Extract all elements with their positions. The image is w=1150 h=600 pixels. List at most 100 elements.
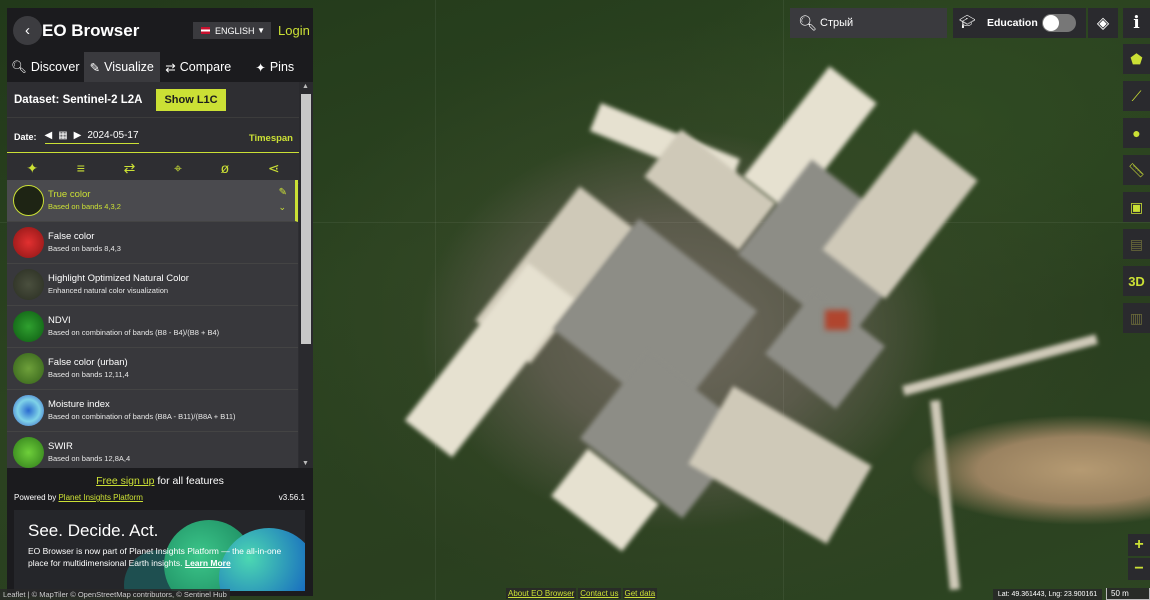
timespan-toggle[interactable]: Timespan (249, 133, 293, 144)
tab-discover[interactable]: 🔍︎ Discover (7, 52, 84, 82)
list-item[interactable]: False color Based on bands 8,4,3 (7, 222, 298, 264)
dataset-row: Dataset: Sentinel-2 L2A Show L1C (7, 82, 313, 118)
measure-line-tool[interactable]: ⟋ (1123, 81, 1150, 111)
map-layers-button[interactable]: ◈ (1088, 8, 1118, 38)
scroll-thumb[interactable] (301, 94, 311, 344)
contact-link[interactable]: Contact us (578, 588, 621, 599)
login-link[interactable]: Login (278, 23, 310, 38)
list-item[interactable]: SWIR Based on bands 12,8A,4 (7, 432, 298, 468)
chevron-double-down-icon[interactable]: ⌄ (278, 202, 286, 213)
timelapse-icon: ▤ (1129, 235, 1144, 252)
list-item[interactable]: NDVI Based on combination of bands (B8 -… (7, 306, 298, 348)
crosshair-icon[interactable]: ⌖ (174, 160, 182, 177)
scroll-down-icon[interactable]: ▼ (302, 460, 309, 467)
ruler-icon: 📏︎ (1127, 161, 1146, 178)
side-panel: ‹ EO Browser ENGLISH ▼ Login 🔍︎ Discover … (7, 8, 313, 596)
caret-down-icon: ▼ (257, 26, 265, 35)
share-icon[interactable]: ⋖ (268, 160, 280, 177)
compare-icon: ⇄ (165, 60, 176, 75)
scrollbar[interactable]: ▲ ▼ (299, 82, 313, 468)
education-label: Education (987, 17, 1038, 29)
timelapse-tool[interactable]: ▤ (1123, 229, 1150, 259)
search-input[interactable]: Стрый (820, 17, 853, 29)
app-title: EO Browser (42, 21, 140, 40)
moisture-thumbnail (13, 395, 44, 426)
panel-footer: Free sign up for all features Powered by… (7, 468, 313, 596)
3d-label: 3D (1128, 273, 1145, 289)
collapse-panel-button[interactable]: ‹ (13, 16, 42, 45)
graduation-cap-icon: 🎓︎ (959, 14, 976, 29)
learn-more-link[interactable]: Learn More (185, 558, 231, 568)
image-download-icon: ▣ (1129, 198, 1144, 215)
date-value[interactable]: 2024-05-17 (87, 130, 138, 141)
date-picker[interactable]: ◀ ▦ ▶ 2024-05-17 (44, 130, 139, 144)
sliders-icon[interactable]: ≡ (77, 160, 85, 176)
chevron-left-icon: ‹ (25, 22, 30, 39)
list-item[interactable]: False color (urban) Based on bands 12,11… (7, 348, 298, 390)
zoom-in-button[interactable]: + (1128, 534, 1150, 556)
education-mode: 🎓︎ Education (953, 8, 1086, 38)
location-search[interactable]: 🔍︎ Стрый (790, 8, 947, 38)
powered-by: Powered by Planet Insights Platform (14, 493, 143, 502)
footer-links: About EO Browser Contact us Get data (506, 588, 658, 599)
get-data-link[interactable]: Get data (622, 588, 658, 599)
main-tabs: 🔍︎ Discover ✎ Visualize ⇄ Compare ✦ Pins (7, 52, 313, 82)
scroll-up-icon[interactable]: ▲ (302, 83, 309, 90)
3d-tool[interactable]: 3D (1123, 266, 1150, 296)
promo-text: EO Browser is now part of Planet Insight… (28, 546, 282, 568)
image-download-tool[interactable]: ▣ (1123, 192, 1150, 222)
true-color-thumbnail (13, 185, 44, 216)
swir-thumbnail (13, 437, 44, 468)
list-item[interactable]: Moisture index Based on combination of b… (7, 390, 298, 432)
version-label: v3.56.1 (278, 493, 305, 502)
aoi-tool[interactable]: ⬟ (1123, 44, 1150, 74)
free-signup-link[interactable]: Free sign up (96, 475, 154, 487)
scale-bar: 50 m (1106, 588, 1150, 600)
measure-line-icon: ⟋ (1131, 87, 1142, 104)
promo-title: See. Decide. Act. (28, 521, 159, 540)
promo-banner[interactable]: See. Decide. Act. EO Browser is now part… (14, 510, 305, 591)
calendar-icon[interactable]: ▦ (58, 130, 67, 141)
date-label: Date: (14, 132, 37, 142)
about-link[interactable]: About EO Browser (506, 588, 577, 599)
layers-icon: ◈ (1096, 15, 1110, 32)
prev-date-icon[interactable]: ◀ (45, 130, 53, 141)
planet-insights-link[interactable]: Planet Insights Platform (58, 493, 142, 502)
zoom-out-button[interactable]: − (1128, 558, 1150, 580)
natural-color-thumbnail (13, 269, 44, 300)
uk-flag-icon (201, 27, 210, 34)
brush-icon: ✎ (89, 60, 101, 75)
edit-icon[interactable]: ✎ (279, 187, 287, 198)
dataset-label: Dataset: Sentinel-2 L2A (14, 93, 143, 106)
info-button[interactable]: i (1123, 8, 1150, 38)
list-item[interactable]: True color Based on bands 4,3,2 ✎ ⌄ (7, 180, 298, 222)
coordinates-readout: Lat: 49.361443, Lng: 23.900161 (993, 589, 1102, 600)
urban-thumbnail (13, 353, 44, 384)
language-label: ENGLISH (215, 25, 255, 36)
layer-list: True color Based on bands 4,3,2 ✎ ⌄ Fals… (7, 180, 298, 468)
panel-header: ‹ EO Browser ENGLISH ▼ Login (7, 8, 313, 52)
tab-pins[interactable]: ✦ Pins (237, 52, 314, 82)
histogram-tool[interactable]: ▥ (1123, 303, 1150, 333)
toggle-knob (1043, 15, 1059, 31)
compare-icon[interactable]: ⇄ (124, 160, 136, 177)
list-item[interactable]: Highlight Optimized Natural Color Enhanc… (7, 264, 298, 306)
info-icon: i (1133, 13, 1140, 33)
education-toggle[interactable] (1042, 14, 1076, 32)
ruler-tool[interactable]: 📏︎ (1123, 155, 1150, 185)
signup-line: Free sign up for all features (96, 475, 224, 487)
next-date-icon[interactable]: ▶ (74, 130, 82, 141)
false-color-thumbnail (13, 227, 44, 258)
language-select[interactable]: ENGLISH ▼ (193, 22, 271, 39)
pin-icon[interactable]: ✦ (26, 160, 38, 177)
poi-tool[interactable]: ● (1123, 118, 1150, 148)
show-l1c-button[interactable]: Show L1C (156, 88, 226, 111)
hide-icon[interactable]: ø (221, 160, 230, 176)
tab-compare[interactable]: ⇄ Compare (160, 52, 237, 82)
map-attribution[interactable]: Leaflet | © MapTiler © OpenStreetMap con… (0, 589, 230, 600)
histogram-icon: ▥ (1129, 309, 1144, 326)
search-icon: 🔍︎ (798, 15, 818, 32)
tab-visualize[interactable]: ✎ Visualize (83, 52, 160, 82)
date-row: Date: ◀ ▦ ▶ 2024-05-17 Timespan (7, 122, 313, 152)
pin-icon: ✦ (255, 60, 266, 75)
